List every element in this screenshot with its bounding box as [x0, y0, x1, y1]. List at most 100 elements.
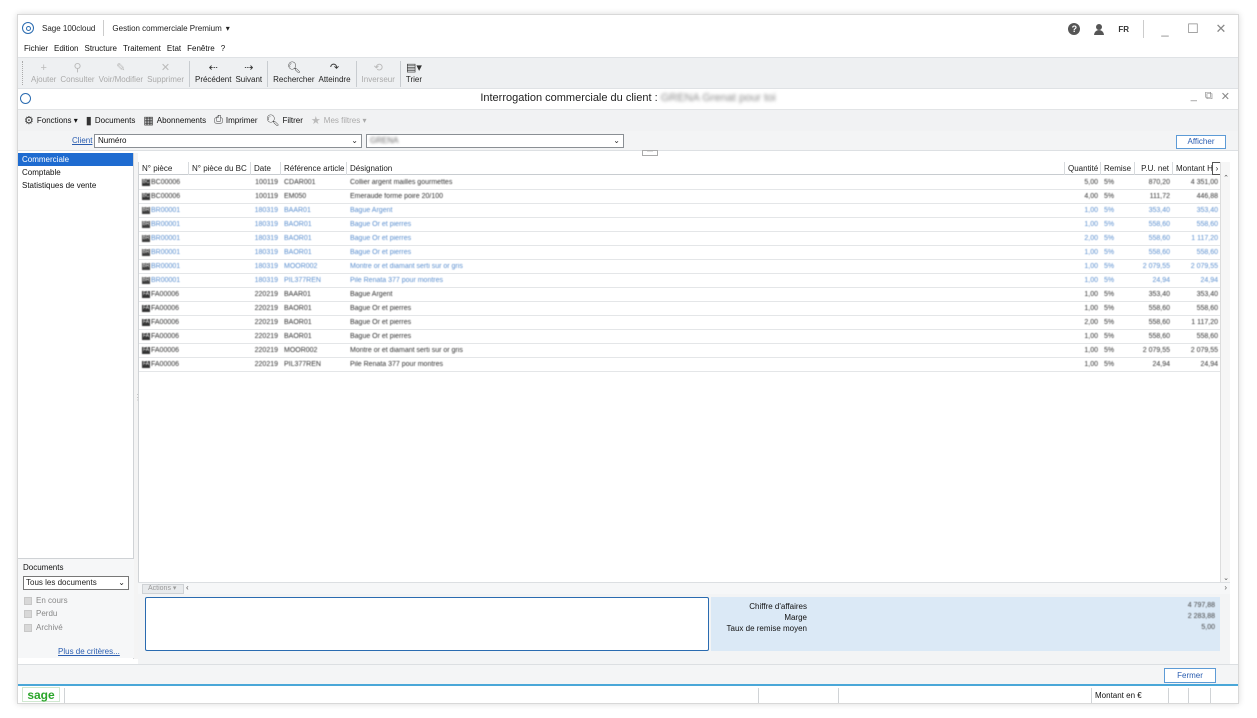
- minimize-icon[interactable]: _: [1158, 22, 1172, 37]
- function-button-2[interactable]: ▦ Abonnements: [143, 114, 206, 127]
- user-icon[interactable]: [1094, 23, 1105, 35]
- toolbar-button-2[interactable]: ✎ Voir/Modifier: [97, 58, 145, 84]
- table-row[interactable]: FA FA00006 220219 BAAR01 Bague Argent 1,00 5% 3…: [139, 288, 1221, 302]
- function-button-4[interactable]: 🔍︎ Filtrer: [265, 114, 302, 127]
- table-row[interactable]: BR BR00001 180319 PIL377REN Pile Renata 377 …: [139, 274, 1221, 288]
- client-field-select[interactable]: Numéro ⌄: [94, 134, 362, 148]
- menu-item-5[interactable]: Fenêtre: [187, 44, 215, 53]
- table-cell-piece: BR BR00001: [139, 246, 189, 260]
- language-selector[interactable]: FR: [1118, 25, 1129, 34]
- invert-icon: ⟲: [373, 62, 383, 74]
- chevron-down-icon[interactable]: ▾: [226, 24, 230, 33]
- checkbox-en-cours[interactable]: En cours: [24, 596, 68, 605]
- toolbar-button-1[interactable]: ⚲ Consulter: [58, 58, 96, 84]
- table-cell-mt: 2 079,55: [1190, 347, 1218, 354]
- column-header-2[interactable]: Date: [251, 162, 281, 175]
- filter-icon: 🔍︎: [265, 115, 280, 127]
- table-cell-qty: 1,00: [1084, 347, 1098, 354]
- checkbox-box[interactable]: [24, 623, 32, 632]
- column-header-4[interactable]: Désignation: [347, 162, 1065, 175]
- checkbox-box[interactable]: [24, 609, 32, 618]
- table-row[interactable]: FA FA00006 220219 BAOR01 Bague Or et pierres…: [139, 302, 1221, 316]
- maximize-icon[interactable]: ☐: [1186, 21, 1200, 37]
- function-button-label: Imprimer: [225, 116, 258, 125]
- scroll-up-icon[interactable]: ⌃: [1221, 174, 1231, 182]
- menu-item-4[interactable]: Etat: [167, 44, 181, 53]
- nav-item-1[interactable]: Comptable: [18, 166, 133, 179]
- checkbox-perdu[interactable]: Perdu: [24, 609, 57, 618]
- toolbar-button-0[interactable]: + Ajouter: [29, 58, 58, 84]
- toolbar-grip[interactable]: [22, 61, 25, 85]
- table-row[interactable]: FA FA00006 220219 BAOR01 Bague Or et pierres…: [139, 316, 1221, 330]
- help-icon[interactable]: ?: [1068, 23, 1081, 35]
- table-row[interactable]: BR BR00001 180319 MOOR002 Montre or et diama…: [139, 260, 1221, 274]
- function-button-5[interactable]: ★ Mes filtres ▾: [311, 114, 367, 127]
- column-header-5[interactable]: Quantité: [1065, 162, 1101, 175]
- client-link[interactable]: Client: [72, 136, 92, 145]
- scroll-right-icon[interactable]: ›: [1224, 583, 1227, 592]
- table-row[interactable]: FA FA00006 220219 BAOR01 Bague Or et pierres…: [139, 330, 1221, 344]
- toolbar-button-8[interactable]: ⟲ Inverseur: [360, 58, 397, 84]
- table-cell-ref: BAOR01: [284, 249, 312, 256]
- documents-filter-select[interactable]: Tous les documents ⌄: [23, 576, 129, 590]
- notes-textarea[interactable]: [145, 597, 709, 651]
- table-row[interactable]: BR BR00001 180319 BAOR01 Bague Or et pierres…: [139, 218, 1221, 232]
- toolbar-button-5[interactable]: ⇢ Suivant: [233, 58, 264, 84]
- table-cell-ref: PIL377REN: [284, 277, 321, 284]
- inner-restore-icon[interactable]: ⧉: [1205, 90, 1213, 103]
- column-header-1[interactable]: N° pièce du BC: [189, 162, 251, 175]
- menu-item-3[interactable]: Traitement: [123, 44, 161, 53]
- scroll-down-icon[interactable]: ⌄: [1221, 574, 1231, 582]
- actions-button[interactable]: Actions ▾: [142, 584, 184, 594]
- nav-item-2[interactable]: Statistiques de vente: [18, 179, 133, 192]
- checkbox-box[interactable]: [24, 596, 32, 605]
- table-cell-qty: 2,00: [1084, 319, 1098, 326]
- checkbox-archive[interactable]: Archivé: [24, 623, 63, 632]
- column-header-6[interactable]: Remise: [1101, 162, 1135, 175]
- function-button-3[interactable]: ⎙ Imprimer: [214, 114, 257, 127]
- table-cell-rem: 5%: [1104, 207, 1115, 214]
- toolbar-button-3[interactable]: ✕ Supprimer: [145, 58, 186, 84]
- toolbar-button-6[interactable]: 🔍︎ Rechercher: [271, 58, 316, 84]
- toolbar-button-7[interactable]: ↷ Atteindre: [317, 58, 353, 84]
- table-row[interactable]: BR BR00001 180319 BAAR01 Bague Argent 1,00 5% 3…: [139, 204, 1221, 218]
- table-row[interactable]: BR BR00001 180319 BAOR01 Bague Or et pierres…: [139, 246, 1221, 260]
- product-selector[interactable]: Gestion commerciale Premium: [112, 24, 221, 33]
- table-cell-pu: 2 079,55: [1142, 263, 1170, 270]
- table-cell-qty: 1,00: [1084, 291, 1098, 298]
- toolbar-button-9[interactable]: ▤▾ Trier: [404, 58, 424, 84]
- table-cell-qty: 1,00: [1084, 207, 1098, 214]
- table-row[interactable]: FA FA00006 220219 MOOR002 Montre or et diama…: [139, 344, 1221, 358]
- scroll-left-icon[interactable]: ‹: [186, 583, 189, 592]
- close-icon[interactable]: ✕: [1214, 21, 1228, 37]
- client-value-select[interactable]: GRENA ⌄: [366, 134, 624, 148]
- menu-item-0[interactable]: Fichier: [24, 44, 48, 53]
- table-cell-mt: 353,40: [1196, 207, 1218, 214]
- toolbar-button-4[interactable]: ⇠ Précédent: [193, 58, 233, 84]
- collapse-handle[interactable]: ···: [642, 149, 658, 156]
- nav-item-0[interactable]: Commerciale: [18, 153, 133, 166]
- menu-item-2[interactable]: Structure: [84, 44, 116, 53]
- table-row[interactable]: BC BC00006 100119 EM050 Emeraude forme poire…: [139, 190, 1221, 204]
- afficher-button[interactable]: Afficher: [1176, 135, 1226, 149]
- table-row[interactable]: BR BR00001 180319 BAOR01 Bague Or et pierres…: [139, 232, 1221, 246]
- column-header-3[interactable]: Référence article: [281, 162, 347, 175]
- inner-minimize-icon[interactable]: _: [1191, 90, 1197, 103]
- menu-item-1[interactable]: Edition: [54, 44, 78, 53]
- function-button-1[interactable]: ▮ Documents: [86, 114, 136, 127]
- more-criteria-link[interactable]: Plus de critères...: [58, 647, 120, 656]
- document-type-icon: FA: [142, 304, 150, 312]
- table-row[interactable]: FA FA00006 220219 PIL377REN Pile Renata 377 …: [139, 358, 1221, 372]
- function-button-0[interactable]: ⚙ Fonctions ▾: [24, 114, 78, 127]
- title-controls: ? FR _ ☐ ✕: [1068, 20, 1228, 38]
- pencil-icon: ✎: [116, 62, 126, 74]
- vertical-scrollbar[interactable]: ⌃ ⌄: [1220, 162, 1230, 582]
- table-cell-ref: EM050: [284, 193, 307, 200]
- column-header-7[interactable]: P.U. net: [1135, 162, 1173, 175]
- menu-item-6[interactable]: ?: [221, 44, 225, 53]
- table-cell-rem: 5%: [1104, 319, 1115, 326]
- table-row[interactable]: BC BC00006 100119 CDAR001 Collier argent mai…: [139, 176, 1221, 190]
- fermer-button[interactable]: Fermer: [1164, 668, 1216, 683]
- column-header-0[interactable]: N° pièce: [139, 162, 189, 175]
- inner-close-icon[interactable]: ✕: [1221, 90, 1230, 103]
